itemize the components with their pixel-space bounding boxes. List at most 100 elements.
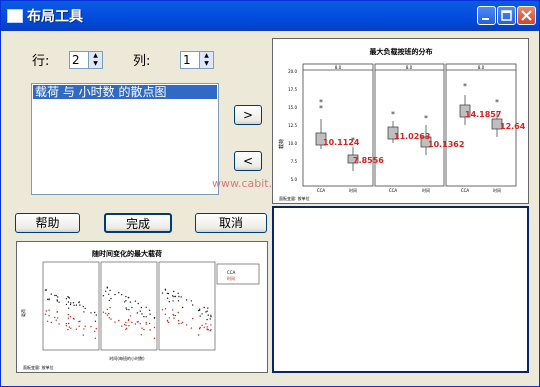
- scatter-dot: [161, 309, 164, 311]
- done-button[interactable]: 完成: [104, 213, 172, 233]
- preview-boxplot[interactable]: 最大负载按班的分布 载荷 20.0 17.5 15.0 12.5 10.0 7.…: [272, 38, 529, 204]
- ytick: 10.0: [288, 141, 297, 146]
- rows-spinner[interactable]: 2 ▲ ▼: [69, 51, 103, 69]
- scatter-dot: [94, 337, 97, 339]
- scatter-dot: [168, 317, 170, 319]
- help-button[interactable]: 帮助: [15, 213, 80, 233]
- scatter-dot: [67, 328, 69, 331]
- scatter-dot: [166, 297, 169, 299]
- preview-scatter[interactable]: 随时间变化的最大载荷 载荷 CCA 时间 时间(每班的小时数) 面板变量: 按单…: [16, 241, 268, 373]
- maximize-button[interactable]: [497, 6, 516, 25]
- cols-up-arrow-icon[interactable]: ▲: [199, 52, 213, 60]
- scatter-dot: [48, 299, 50, 301]
- scatter-dot: [102, 311, 105, 313]
- scatter-dot: [192, 304, 194, 306]
- scatter-dot: [137, 302, 139, 305]
- scatter-dot: [82, 334, 85, 336]
- scatter-dot: [182, 321, 184, 324]
- scatter-dot: [131, 306, 133, 309]
- scatter-dot: [58, 323, 60, 325]
- graph-listbox[interactable]: 载荷 与 小时数 的散点图: [31, 83, 219, 195]
- scatter-dot: [106, 308, 109, 311]
- scatter-dot: [102, 295, 105, 297]
- rows-value[interactable]: 2: [72, 53, 80, 67]
- ytick: 15.0: [288, 105, 297, 110]
- scatter-dot: [128, 309, 130, 311]
- scatter-dot: [201, 324, 203, 326]
- scatter-dot: [192, 317, 194, 320]
- scatter-dot: [54, 316, 56, 319]
- scatter-dot: [46, 298, 49, 300]
- scatter-dot: [94, 320, 97, 322]
- scatter-dot: [180, 322, 182, 324]
- scatter-dot: [178, 322, 180, 325]
- scatter-dot: [70, 327, 72, 329]
- scatter-dot: [206, 326, 208, 328]
- move-right-button[interactable]: >: [234, 105, 262, 125]
- scatter-dot: [50, 293, 52, 295]
- scatter-dot: [149, 329, 151, 331]
- preview-empty-slot[interactable]: [272, 206, 529, 373]
- layout-tool-window: 布局工具 行: 2 ▲ ▼ 列: 1 ▲ ▼ 载荷 与 小时数 的散点图 > <…: [0, 0, 540, 387]
- scatter-dot: [153, 326, 156, 329]
- scatter-dot: [75, 328, 78, 330]
- ytick: 17.5: [288, 87, 297, 92]
- cols-value[interactable]: 1: [183, 53, 191, 67]
- move-left-button[interactable]: <: [234, 151, 262, 171]
- scatter-dot: [207, 307, 209, 309]
- scatter-points: [44, 286, 212, 339]
- panel-label: 8.0: [406, 65, 413, 70]
- xtick: 时间: [349, 187, 357, 193]
- scatter-dot: [109, 289, 111, 292]
- rows-up-arrow-icon[interactable]: ▲: [88, 52, 102, 60]
- maximize-icon: [501, 10, 512, 21]
- scatter-dot: [145, 316, 147, 318]
- minimize-button[interactable]: [477, 6, 496, 25]
- title-bar[interactable]: 布局工具: [1, 1, 539, 31]
- scatter-dot: [68, 326, 71, 328]
- cols-down-arrow-icon[interactable]: ▼: [199, 60, 213, 68]
- scatter-dot: [177, 320, 180, 322]
- scatter-dot: [203, 306, 205, 309]
- xtick: 时间: [422, 187, 430, 193]
- scatter-dot: [127, 296, 130, 299]
- scatter-dot: [161, 292, 164, 294]
- list-item[interactable]: 载荷 与 小时数 的散点图: [33, 85, 217, 99]
- xtick: CCA: [389, 188, 398, 193]
- scatter-dot: [50, 321, 52, 324]
- scatter-dot: [125, 324, 127, 327]
- scatter-dot: [83, 311, 85, 313]
- scatter-dot: [108, 299, 111, 302]
- scatter-dot: [67, 301, 70, 303]
- scatter-dot: [139, 323, 141, 325]
- outlier-marker: *: [424, 114, 428, 123]
- scatter-dot: [82, 305, 85, 308]
- scatter-dot: [72, 317, 75, 320]
- scatter-dot: [78, 325, 80, 327]
- scatter-dot: [205, 311, 207, 313]
- cols-label: 列:: [133, 54, 151, 69]
- scatter-dot: [203, 326, 205, 328]
- scatter-dot: [177, 300, 180, 302]
- scatter-dot: [90, 312, 92, 314]
- cols-spinner[interactable]: 1 ▲ ▼: [180, 51, 214, 69]
- scatter-dot: [79, 304, 81, 306]
- scatter-dot: [109, 306, 111, 309]
- rows-down-arrow-icon[interactable]: ▼: [88, 60, 102, 68]
- scatter-dot: [127, 319, 130, 322]
- scatter-dot: [177, 292, 179, 294]
- scatter-dot: [182, 306, 184, 309]
- xtick: CCA: [317, 188, 326, 193]
- scatter-dot: [84, 307, 86, 310]
- scatter-dot: [209, 318, 211, 320]
- panel-label: 8.0: [335, 65, 342, 70]
- value-label: 12.64: [500, 122, 526, 131]
- scatter-dot: [148, 322, 151, 325]
- legend-item: 时间: [227, 275, 235, 281]
- cancel-button[interactable]: 取消: [195, 213, 267, 233]
- scatter-dot: [78, 301, 80, 304]
- scatter-dot: [174, 314, 177, 317]
- close-button[interactable]: [517, 6, 536, 25]
- scatter-dot: [171, 295, 174, 297]
- scatter-dot: [172, 300, 174, 302]
